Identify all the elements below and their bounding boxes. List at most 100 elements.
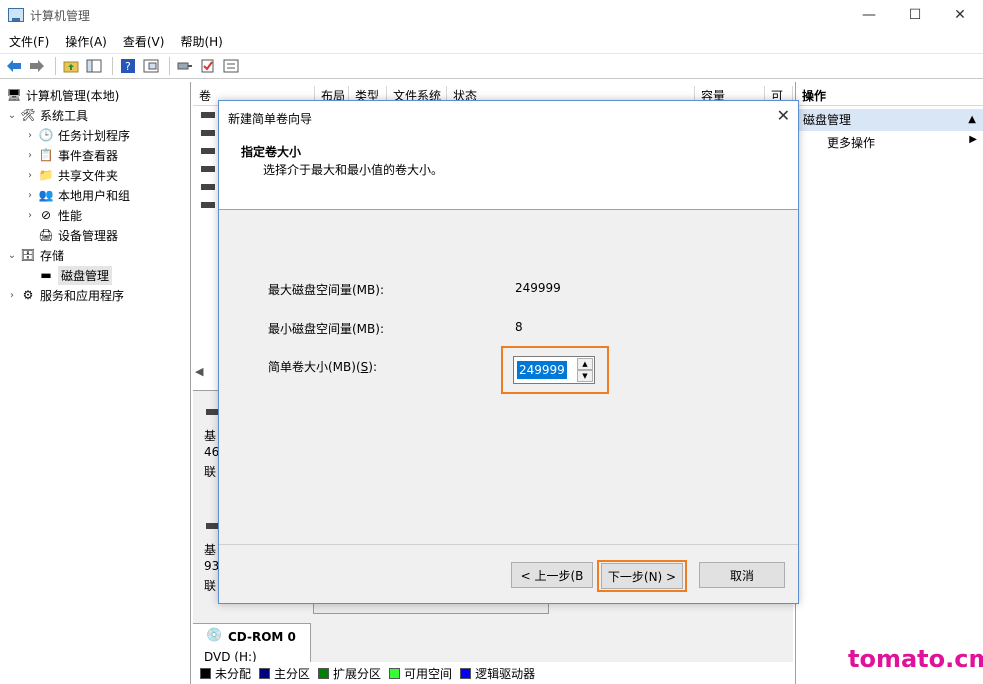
tree-item-performance[interactable]: › ⊘ 性能 bbox=[24, 205, 82, 225]
volume-row-icon[interactable] bbox=[201, 130, 215, 136]
folder-up-icon[interactable] bbox=[61, 56, 81, 76]
event-log-icon: 📋 bbox=[38, 148, 54, 162]
wizard-heading: 指定卷大小 bbox=[241, 145, 302, 159]
legend-swatch-logical bbox=[460, 667, 472, 679]
tree-item-event-viewer[interactable]: › 📋 事件查看器 bbox=[24, 145, 118, 165]
tree-item-root[interactable]: 🖥 计算机管理(本地) bbox=[4, 85, 119, 105]
volume-row-icon[interactable] bbox=[201, 148, 215, 154]
disk-icon: ▬ bbox=[40, 268, 52, 282]
scroll-left-arrow-icon[interactable]: ◀ bbox=[195, 365, 203, 378]
dialog-separator bbox=[219, 544, 798, 545]
chevron-down-icon[interactable]: ⌄ bbox=[6, 110, 18, 121]
properties-icon[interactable] bbox=[141, 56, 161, 76]
tree-item-system-tools[interactable]: ⌄ 🛠 系统工具 bbox=[6, 105, 88, 125]
chevron-right-icon[interactable]: › bbox=[24, 150, 36, 161]
show-hide-tree-icon[interactable] bbox=[84, 56, 104, 76]
max-space-label: 最大磁盘空间量(MB): bbox=[268, 283, 384, 297]
close-icon[interactable]: ✕ bbox=[777, 106, 790, 125]
storage-icon: 🗄 bbox=[20, 248, 36, 262]
legend-swatch-unallocated bbox=[200, 667, 211, 679]
menu-file[interactable]: 文件(F) bbox=[0, 33, 56, 50]
tree-item-storage[interactable]: ⌄ 🗄 存储 bbox=[6, 245, 64, 265]
tree-item-disk-management[interactable]: ▬ 磁盘管理 bbox=[36, 265, 113, 285]
volume-row-icon[interactable] bbox=[201, 112, 215, 118]
menu-bar: 文件(F) 操作(A) 查看(V) 帮助(H) bbox=[0, 30, 983, 52]
legend-label: 可用空间 bbox=[404, 666, 453, 681]
list-icon[interactable] bbox=[221, 56, 241, 76]
forward-arrow-icon[interactable] bbox=[27, 56, 47, 76]
svg-text:?: ? bbox=[125, 60, 131, 73]
chevron-right-icon[interactable]: › bbox=[24, 210, 36, 221]
new-simple-volume-wizard: 新建简单卷向导 ✕ 指定卷大小 选择介于最大和最小值的卷大小。 最大磁盘空间量(… bbox=[218, 100, 799, 604]
cdrom-name: CD-ROM 0 bbox=[228, 630, 296, 644]
computer-icon: 🖥 bbox=[6, 88, 22, 102]
spin-down-icon[interactable]: ▼ bbox=[577, 370, 593, 382]
services-icon: ⚙ bbox=[22, 288, 34, 302]
menu-action[interactable]: 操作(A) bbox=[56, 33, 114, 50]
legend-swatch-free bbox=[389, 667, 401, 679]
max-space-value: 249999 bbox=[515, 281, 561, 295]
volume-row-icon[interactable] bbox=[201, 202, 215, 208]
console-tree: 🖥 计算机管理(本地) ⌄ 🛠 系统工具 › 🕒 任务计划程序 › 📋 事件查看… bbox=[0, 82, 191, 684]
cdrom-icon: 💿 bbox=[206, 628, 223, 643]
min-space-value: 8 bbox=[515, 320, 523, 334]
back-arrow-icon[interactable] bbox=[4, 56, 24, 76]
tree-item-task-scheduler[interactable]: › 🕒 任务计划程序 bbox=[24, 125, 130, 145]
legend: 未分配 主分区 扩展分区 可用空间 逻辑驱动器 bbox=[193, 662, 793, 684]
maximize-button[interactable]: ☐ bbox=[892, 0, 938, 30]
volume-size-label: 简单卷大小(MB)(S): bbox=[268, 360, 377, 374]
next-button[interactable]: 下一步(N) > bbox=[601, 563, 683, 589]
toolbar-separator bbox=[112, 57, 113, 75]
connect-icon[interactable] bbox=[175, 56, 195, 76]
volume-size-input[interactable]: 249999 bbox=[517, 361, 567, 379]
tree-item-services[interactable]: › ⚙ 服务和应用程序 bbox=[6, 285, 124, 305]
chevron-down-icon[interactable]: ⌄ bbox=[6, 250, 18, 261]
volume-row-icon[interactable] bbox=[201, 184, 215, 190]
help-icon[interactable]: ? bbox=[118, 56, 138, 76]
tools-icon: 🛠 bbox=[20, 108, 36, 122]
chevron-right-icon[interactable]: › bbox=[24, 170, 36, 181]
shared-folder-icon: 📁 bbox=[38, 168, 54, 182]
more-actions[interactable]: 更多操作 bbox=[827, 134, 875, 151]
chevron-right-icon[interactable]: › bbox=[24, 190, 36, 201]
actions-header: 操作 bbox=[796, 86, 983, 106]
legend-swatch-primary bbox=[259, 667, 271, 679]
volume-row-icon[interactable] bbox=[201, 166, 215, 172]
window-title: 计算机管理 bbox=[30, 8, 91, 23]
tree-item-local-users[interactable]: › 👥 本地用户和组 bbox=[24, 185, 130, 205]
close-button[interactable]: ✕ bbox=[937, 0, 983, 30]
cancel-button[interactable]: 取消 bbox=[699, 562, 785, 588]
tree-item-device-manager[interactable]: 🖨 设备管理器 bbox=[36, 225, 118, 245]
computer-management-icon bbox=[8, 8, 24, 22]
wizard-header: 新建简单卷向导 ✕ 指定卷大小 选择介于最大和最小值的卷大小。 bbox=[219, 101, 798, 210]
volume-size-stepper[interactable]: 249999 ▲ ▼ bbox=[513, 356, 595, 384]
legend-label: 扩展分区 bbox=[333, 666, 382, 681]
min-space-label: 最小磁盘空间量(MB): bbox=[268, 322, 384, 336]
menu-view[interactable]: 查看(V) bbox=[114, 33, 172, 50]
toolbar-separator bbox=[55, 57, 56, 75]
device-manager-icon: 🖨 bbox=[38, 228, 54, 242]
submenu-arrow-icon[interactable]: ▶ bbox=[969, 134, 977, 145]
watermark: tomato.cm bbox=[848, 645, 983, 673]
check-icon[interactable] bbox=[198, 56, 218, 76]
tree-item-shared-folders[interactable]: › 📁 共享文件夹 bbox=[24, 165, 118, 185]
users-icon: 👥 bbox=[38, 188, 54, 202]
actions-pane: 操作 磁盘管理 ▲ 更多操作 ▶ bbox=[795, 82, 983, 684]
collapse-arrow-icon[interactable]: ▲ bbox=[968, 109, 976, 131]
legend-label: 未分配 bbox=[215, 666, 252, 681]
chevron-right-icon[interactable]: › bbox=[24, 130, 36, 141]
toolbar: ? bbox=[0, 53, 983, 79]
menu-help[interactable]: 帮助(H) bbox=[171, 33, 229, 50]
legend-label: 逻辑驱动器 bbox=[475, 666, 536, 681]
clock-icon: 🕒 bbox=[38, 128, 54, 142]
wizard-subheading: 选择介于最大和最小值的卷大小。 bbox=[263, 163, 444, 177]
actions-section-disk-management[interactable]: 磁盘管理 ▲ bbox=[796, 109, 983, 131]
back-button[interactable]: < 上一步(B bbox=[511, 562, 593, 588]
spin-up-icon[interactable]: ▲ bbox=[577, 358, 593, 370]
toolbar-separator bbox=[169, 57, 170, 75]
chevron-right-icon[interactable]: › bbox=[6, 290, 18, 301]
performance-icon: ⊘ bbox=[40, 208, 52, 222]
legend-label: 主分区 bbox=[274, 666, 311, 681]
title-bar: 计算机管理 — ☐ ✕ bbox=[0, 0, 983, 30]
minimize-button[interactable]: — bbox=[846, 0, 892, 30]
